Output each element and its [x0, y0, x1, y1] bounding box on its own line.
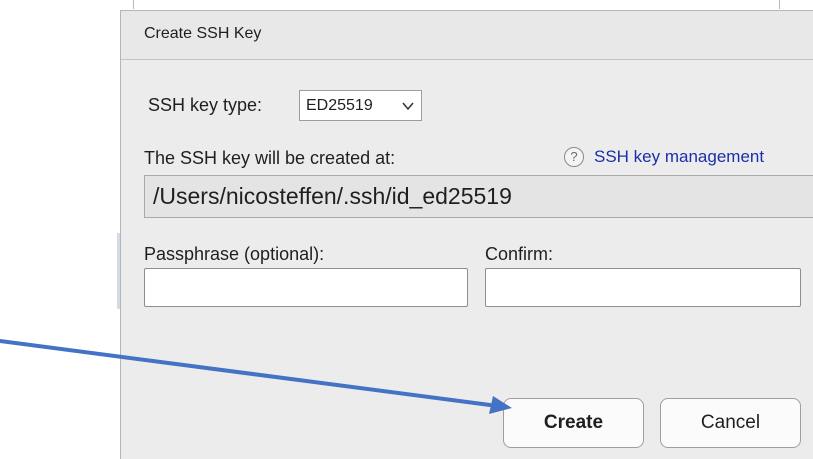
dialog-titlebar: Create SSH Key [121, 11, 813, 60]
ssh-key-type-value: ED25519 [306, 96, 373, 114]
screenshot-stage: Create SSH Key SSH key type: ED25519 The… [0, 0, 813, 459]
ssh-key-management-link[interactable]: ? SSH key management [564, 147, 764, 167]
chevron-down-icon [402, 102, 414, 111]
dialog-title: Create SSH Key [144, 25, 262, 42]
help-icon: ? [564, 147, 584, 167]
passphrase-input[interactable] [144, 268, 468, 307]
key-location-label: The SSH key will be created at: [144, 148, 396, 168]
ssh-key-type-select[interactable]: ED25519 [299, 90, 422, 121]
create-button[interactable]: Create [503, 398, 644, 448]
cancel-button[interactable]: Cancel [660, 398, 801, 448]
confirm-passphrase-input[interactable] [485, 268, 801, 307]
key-path-field[interactable]: /Users/nicosteffen/.ssh/id_ed25519 [144, 175, 813, 218]
passphrase-label: Passphrase (optional): [144, 244, 325, 264]
ssh-key-management-label: SSH key management [594, 147, 765, 166]
background-divider-left [133, 0, 134, 9]
create-ssh-key-dialog: Create SSH Key SSH key type: ED25519 The… [120, 10, 813, 459]
background-window-top [120, 0, 813, 10]
background-divider-right [779, 0, 780, 9]
confirm-label: Confirm: [485, 244, 554, 264]
ssh-key-type-label: SSH key type: [148, 95, 263, 115]
